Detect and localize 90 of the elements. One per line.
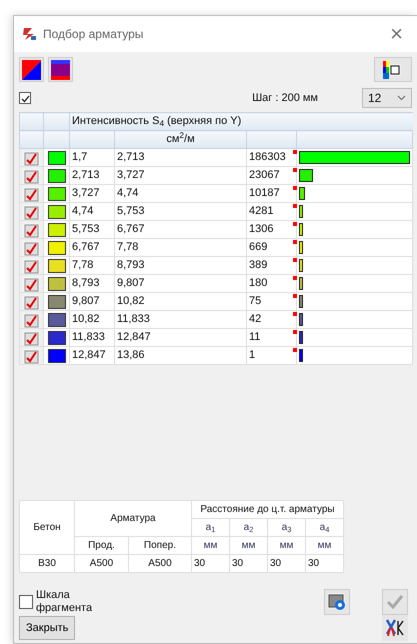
table-cell: 11,833 <box>70 328 114 346</box>
column-header: Попер. <box>128 536 192 554</box>
band-fill-icon <box>51 60 70 80</box>
row-checkbox[interactable] <box>24 186 40 200</box>
column-header: Интенсивность S$_{4}$ (верхняя по Y) <box>70 112 412 130</box>
table-cell: 3,727 <box>114 166 246 184</box>
scale-checkbox[interactable] <box>19 594 33 609</box>
row-checkbox[interactable] <box>24 222 40 236</box>
column-header: мм <box>306 536 344 554</box>
column-header: a$_{4}$ <box>306 518 344 536</box>
column-header: Прод. <box>74 536 128 554</box>
table-cell: 9,807 <box>70 292 114 310</box>
table-cell: 3,727 <box>70 184 114 202</box>
count-text: 11 <box>249 331 260 344</box>
scissors-icon <box>385 618 405 638</box>
table-cell: 8,793 <box>114 256 246 274</box>
column-header: Бетон <box>20 500 74 554</box>
table-cell: 7,78 <box>114 238 246 256</box>
count-text: 23067 <box>249 169 280 182</box>
row-checkbox[interactable] <box>24 168 40 182</box>
table-cell: 30 <box>230 554 268 572</box>
table-cell: 12,847 <box>114 328 246 346</box>
row-checkbox[interactable] <box>24 276 40 290</box>
count-text: 75 <box>249 295 262 308</box>
window-title: Подбор арматуры <box>43 26 144 43</box>
column-header: a$_{3}$ <box>268 518 306 536</box>
table-cell: 7,78 <box>70 256 114 274</box>
table-cell: 2,713 <box>114 148 246 166</box>
chevron-down-icon <box>397 95 406 101</box>
table-cell: A500 <box>128 554 192 572</box>
diagonal-fill-button[interactable] <box>19 57 44 82</box>
table-cell: 6,767 <box>114 220 246 238</box>
count-text: 1306 <box>249 223 274 236</box>
table-cell: 2,713 <box>70 166 114 184</box>
scale-label: Шкала фрагмента <box>36 589 94 614</box>
row-checkbox[interactable] <box>24 348 40 362</box>
count-text: 4281 <box>249 205 274 218</box>
table-cell: 11,833 <box>114 310 246 328</box>
checkmark-icon <box>386 594 404 610</box>
window-gear-icon <box>328 593 346 611</box>
band-fill-button[interactable] <box>48 57 73 82</box>
palette-button[interactable] <box>374 57 412 82</box>
column-header: a$_{1}$ <box>192 518 230 536</box>
row-checkbox[interactable] <box>24 294 40 308</box>
count-text: 186303 <box>249 151 286 164</box>
table-cell: 10,82 <box>114 292 246 310</box>
row-checkbox[interactable] <box>24 240 40 254</box>
table-cell: 6,767 <box>70 238 114 256</box>
show-checkbox[interactable] <box>19 92 31 104</box>
scissors-button[interactable] <box>382 615 408 641</box>
step-label: Шаг : 200 мм <box>252 90 318 106</box>
column-header: Арматура <box>74 500 192 536</box>
table-cell: 30 <box>268 554 306 572</box>
table-cell: 13,86 <box>114 346 246 364</box>
row-checkbox[interactable] <box>24 204 40 218</box>
table-cell: 30 <box>192 554 230 572</box>
column-header: мм <box>268 536 306 554</box>
close-dialog-button[interactable]: Закрыть <box>19 616 76 640</box>
row-checkbox[interactable] <box>24 258 40 272</box>
app-logo-icon <box>22 27 36 41</box>
column-header: Расстояние до ц.т. арматуры <box>192 500 344 518</box>
count-text: 42 <box>249 313 262 326</box>
table-cell: 4,74 <box>70 202 114 220</box>
table-cell: 10,82 <box>70 310 114 328</box>
table-cell: 5,753 <box>114 202 246 220</box>
count-text: 180 <box>249 277 268 290</box>
table-cell: 30 <box>306 554 344 572</box>
table-cell: 4,74 <box>114 184 246 202</box>
units-header: см$^{2}$/м <box>114 130 246 148</box>
close-button[interactable]: × <box>384 23 409 45</box>
table-cell: 12,847 <box>70 346 114 364</box>
count-text: 1 <box>249 349 256 362</box>
diagonal-fill-icon <box>22 60 41 80</box>
table-cell: 5,753 <box>70 220 114 238</box>
count-dropdown[interactable]: 12 <box>362 88 412 108</box>
settings-button[interactable] <box>324 589 350 615</box>
count-text: 389 <box>249 259 268 272</box>
row-checkbox[interactable] <box>24 330 40 344</box>
table-cell: 9,807 <box>114 274 246 292</box>
row-checkbox[interactable] <box>24 312 40 326</box>
table-cell: B30 <box>20 554 74 572</box>
count-text: 669 <box>249 241 268 254</box>
column-header: мм <box>230 536 268 554</box>
table-cell: 1,7 <box>70 148 114 166</box>
column-header: мм <box>192 536 230 554</box>
count-text: 10187 <box>249 187 280 200</box>
table-cell: A500 <box>74 554 128 572</box>
column-header: a$_{2}$ <box>230 518 268 536</box>
table-cell: 8,793 <box>70 274 114 292</box>
row-checkbox[interactable] <box>24 150 40 164</box>
